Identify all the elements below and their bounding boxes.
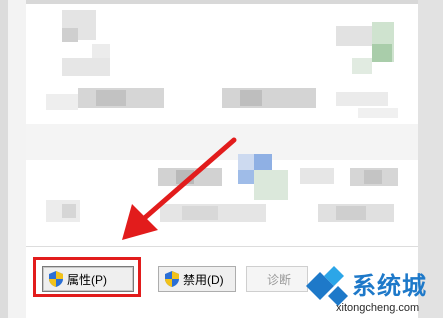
uac-shield-icon [165,271,179,287]
diagnose-button[interactable]: 诊断 [246,266,308,292]
watermark-url: xitongcheng.com [336,302,420,314]
disable-button[interactable]: 禁用(D) [158,266,236,292]
diagnose-button-label: 诊断 [267,272,292,287]
watermark-site-name: 系统城 [352,273,427,300]
highlight-box [33,257,141,297]
disable-button-label: 禁用(D) [183,272,224,287]
